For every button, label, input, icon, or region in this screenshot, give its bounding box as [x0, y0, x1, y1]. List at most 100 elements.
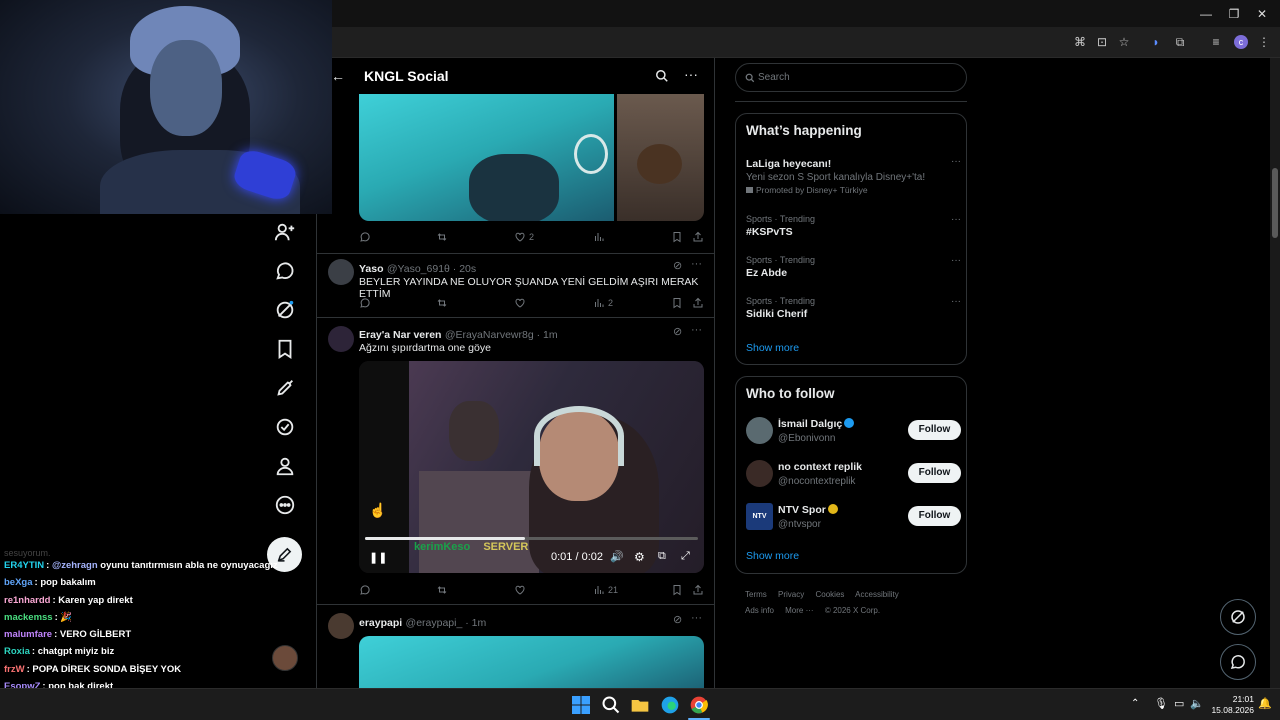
messages-icon[interactable] — [274, 260, 296, 282]
repost-icon[interactable] — [436, 230, 448, 244]
grok-icon[interactable] — [274, 299, 296, 321]
follow-icon[interactable] — [274, 221, 296, 243]
media-controls-icon[interactable]: ≡ — [1208, 34, 1224, 50]
like-button[interactable]: 2 — [514, 230, 534, 244]
messages-fab-button[interactable] — [1220, 644, 1256, 680]
bookmark-star-icon[interactable]: ☆ — [1116, 34, 1132, 50]
views-button[interactable]: 21 — [593, 583, 618, 597]
microphone-icon[interactable]: 🎙 — [1154, 697, 1168, 710]
like-icon[interactable] — [514, 296, 526, 310]
extensions-puzzle-icon[interactable]: ⧉ — [1172, 34, 1188, 50]
trend-item[interactable]: Sports · Trending Sidiki Cherif ··· — [746, 296, 961, 320]
footer-link[interactable]: Cookies — [815, 590, 844, 599]
volume-icon[interactable]: 🔊 — [610, 550, 624, 563]
show-more-link[interactable]: Show more — [746, 550, 799, 562]
post-author[interactable]: Yaso — [359, 263, 384, 275]
network-icon[interactable]: ▭ — [1174, 697, 1184, 710]
trend-item[interactable]: Sports · Trending #KSPvTS ··· — [746, 214, 961, 238]
share-icon[interactable] — [692, 230, 704, 244]
settings-gear-icon[interactable]: ⚙ — [634, 550, 645, 564]
trend-more-icon[interactable]: ··· — [951, 156, 961, 167]
follow-suggestion[interactable]: İsmail Dalgıç @Ebonivonn Follow — [746, 417, 961, 447]
bookmarks-icon[interactable] — [274, 338, 296, 360]
follow-button[interactable]: Follow — [908, 506, 961, 526]
file-explorer-icon[interactable] — [630, 695, 650, 715]
pause-button[interactable]: ❚❚ — [369, 551, 387, 564]
bookmark-icon[interactable] — [671, 296, 683, 310]
page-scrollbar[interactable] — [1270, 58, 1280, 688]
tray-chevron-icon[interactable]: ⌃ — [1131, 698, 1139, 709]
bookmark-icon[interactable] — [671, 230, 683, 244]
footer-link[interactable]: Accessibility — [855, 590, 899, 599]
like-icon[interactable] — [514, 583, 526, 597]
picture-in-picture-icon[interactable]: ⧉ — [658, 550, 666, 563]
video-player[interactable]: kerimKeso SERVER ❚❚ 0:01 / 0:02 🔊 ⚙ ⧉ ⤢ — [359, 361, 704, 573]
repost-icon[interactable] — [436, 296, 448, 310]
trend-more-icon[interactable]: ··· — [951, 255, 961, 266]
install-app-icon[interactable]: ⊡ — [1094, 34, 1110, 50]
browser-menu-icon[interactable]: ⋮ — [1256, 34, 1272, 50]
avatar[interactable] — [746, 460, 773, 487]
post-author[interactable]: Eray'a Nar veren — [359, 329, 441, 341]
account-avatar[interactable] — [272, 645, 298, 671]
close-icon[interactable]: ✕ — [1252, 6, 1272, 22]
repost-icon[interactable] — [436, 583, 448, 597]
grok-post-icon[interactable]: ⊘ — [673, 259, 682, 272]
share-icon[interactable] — [692, 583, 704, 597]
views-button[interactable]: 2 — [593, 296, 613, 310]
search-icon[interactable] — [601, 695, 621, 715]
profile-avatar[interactable]: c — [1234, 35, 1248, 49]
post-image[interactable] — [359, 636, 704, 688]
trend-item[interactable]: LaLiga heyecanı! Yeni sezon S Sport kana… — [746, 156, 961, 195]
post-more-icon[interactable]: ··· — [691, 324, 702, 336]
grok-fab-button[interactable] — [1220, 599, 1256, 635]
minimize-icon[interactable]: — — [1196, 6, 1216, 22]
bookmark-icon[interactable] — [671, 583, 683, 597]
follow-button[interactable]: Follow — [908, 463, 961, 483]
follow-suggestion[interactable]: no context replik @nocontextreplik Follo… — [746, 460, 961, 490]
translate-icon[interactable]: ⌘ — [1072, 34, 1088, 50]
post-more-icon[interactable]: ··· — [691, 258, 702, 270]
avatar[interactable] — [746, 417, 773, 444]
reply-icon[interactable] — [359, 583, 371, 597]
post-more-icon[interactable]: ··· — [691, 612, 702, 624]
maximize-icon[interactable]: ❐ — [1224, 6, 1244, 22]
notification-bell-icon[interactable]: 🔔 — [1258, 697, 1272, 710]
chrome-browser-icon[interactable] — [689, 695, 709, 715]
footer-link[interactable]: More ··· — [785, 606, 813, 615]
back-arrow-icon[interactable]: ← — [331, 68, 345, 84]
profile-icon[interactable] — [274, 455, 296, 477]
more-icon[interactable]: ··· — [684, 66, 698, 82]
more-options-icon[interactable] — [274, 494, 296, 516]
follow-button[interactable]: Follow — [908, 420, 961, 440]
share-icon[interactable] — [692, 296, 704, 310]
grok-post-icon[interactable]: ⊘ — [673, 325, 682, 338]
post-image[interactable] — [617, 94, 704, 221]
trend-more-icon[interactable]: ··· — [951, 214, 961, 225]
windows-start-icon[interactable] — [571, 695, 591, 715]
search-icon[interactable] — [655, 69, 669, 83]
avatar[interactable] — [328, 613, 354, 639]
trend-more-icon[interactable]: ··· — [951, 296, 961, 307]
views-icon[interactable] — [593, 230, 605, 244]
reply-icon[interactable] — [359, 230, 371, 244]
footer-link[interactable]: Terms — [745, 590, 767, 599]
scrollbar-thumb[interactable] — [1272, 168, 1278, 238]
taskbar-clock[interactable]: 21:01 15.08.2026 — [1206, 694, 1254, 716]
ntv-logo[interactable]: NTV — [746, 503, 773, 530]
avatar[interactable] — [328, 326, 354, 352]
verified-orgs-icon[interactable] — [274, 416, 296, 438]
fullscreen-icon[interactable]: ⤢ — [681, 550, 690, 563]
post-author[interactable]: eraypapi — [359, 617, 402, 629]
grok-post-icon[interactable]: ⊘ — [673, 613, 682, 626]
edge-browser-icon[interactable] — [660, 695, 680, 715]
video-progress-track[interactable] — [365, 537, 698, 540]
footer-link[interactable]: Privacy — [778, 590, 804, 599]
footer-link[interactable]: Ads info — [745, 606, 774, 615]
follow-suggestion[interactable]: NTV NTV Spor @ntvspor Follow — [746, 503, 961, 533]
search-input[interactable]: Search — [735, 63, 967, 92]
avatar[interactable] — [328, 259, 354, 285]
trend-item[interactable]: Sports · Trending Ez Abde ··· — [746, 255, 961, 279]
show-more-link[interactable]: Show more — [746, 342, 799, 354]
reply-icon[interactable] — [359, 296, 371, 310]
